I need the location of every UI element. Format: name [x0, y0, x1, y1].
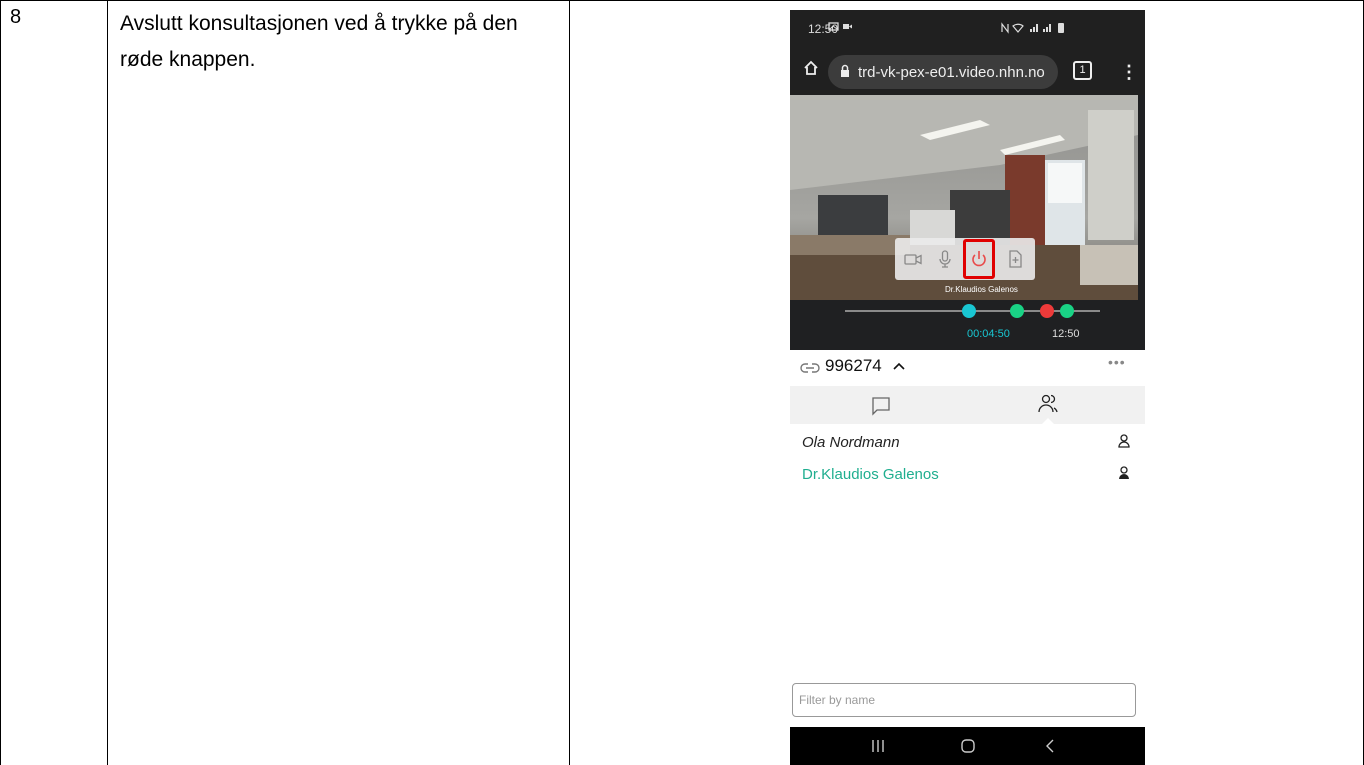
share-icon[interactable]	[1005, 249, 1025, 269]
chevron-up-icon[interactable]	[892, 361, 906, 371]
menu-icon[interactable]: ⋮	[1120, 62, 1138, 83]
url-field[interactable]: trd-vk-pex-e01.video.nhn.no	[828, 55, 1058, 89]
timer-elapsed: 00:04:50	[967, 328, 1010, 340]
participant-name: Dr.Klaudios Galenos	[802, 466, 939, 483]
microphone-icon[interactable]	[935, 249, 955, 269]
step-instruction: Avslutt konsultasjonen ved å trykke på d…	[120, 12, 518, 71]
people-icon	[1038, 394, 1058, 413]
link-icon	[800, 361, 820, 380]
notification-icons	[828, 21, 858, 36]
status-bar: 12:50	[790, 10, 1145, 50]
system-status-icons	[1000, 21, 1075, 37]
active-tab-indicator	[1041, 418, 1055, 425]
tab-participants[interactable]	[1028, 388, 1068, 422]
timeline-marker-green-2[interactable]	[1060, 304, 1074, 318]
filter-by-name-input[interactable]	[792, 683, 1136, 717]
hangup-button-highlight	[963, 239, 995, 279]
recents-icon[interactable]	[858, 727, 898, 765]
browser-address-bar: trd-vk-pex-e01.video.nhn.no 1 ⋮	[790, 50, 1145, 95]
call-controls	[895, 238, 1035, 280]
timeline-marker-red[interactable]	[1040, 304, 1054, 318]
timer-clock: 12:50	[1052, 328, 1080, 340]
table-col-divider-2	[569, 0, 570, 765]
timeline-marker-cyan[interactable]	[962, 304, 976, 318]
table-border-top	[0, 0, 1364, 1]
participant-row[interactable]: Dr.Klaudios Galenos	[790, 460, 1145, 490]
meeting-id-text: 996274	[825, 356, 882, 375]
table-col-divider-1	[107, 0, 108, 765]
chat-icon	[872, 397, 890, 416]
video-area: Dr.Klaudios Galenos 00:04:50 12:50	[790, 95, 1145, 350]
step-number: 8	[10, 6, 22, 28]
home-icon[interactable]	[803, 60, 819, 81]
side-panel-tabs	[790, 386, 1145, 425]
table-border-left	[0, 0, 1, 765]
lock-icon	[840, 64, 850, 82]
phone-screenshot: 12:50 trd-vk-pex-e01.video.nhn.no 1 ⋮ Dr…	[790, 10, 1145, 765]
url-text: trd-vk-pex-e01.video.nhn.no	[858, 64, 1045, 81]
android-nav-bar	[790, 727, 1145, 765]
back-icon[interactable]	[1030, 727, 1070, 765]
tabs-icon[interactable]: 1	[1073, 61, 1092, 80]
meeting-info-row: 996274 •••	[790, 350, 1145, 386]
person-icon	[1116, 433, 1132, 454]
more-icon[interactable]: •••	[1108, 354, 1126, 370]
timeline-marker-green[interactable]	[1010, 304, 1024, 318]
meeting-id[interactable]: 996274	[825, 356, 906, 376]
video-participant-label: Dr.Klaudios Galenos	[945, 285, 1018, 294]
person-icon	[1116, 465, 1132, 486]
home-nav-icon[interactable]	[948, 727, 988, 765]
participant-name: Ola Nordmann	[802, 434, 900, 451]
tab-chat[interactable]	[860, 388, 900, 422]
camera-icon[interactable]	[903, 249, 923, 269]
participant-row[interactable]: Ola Nordmann	[790, 428, 1145, 458]
